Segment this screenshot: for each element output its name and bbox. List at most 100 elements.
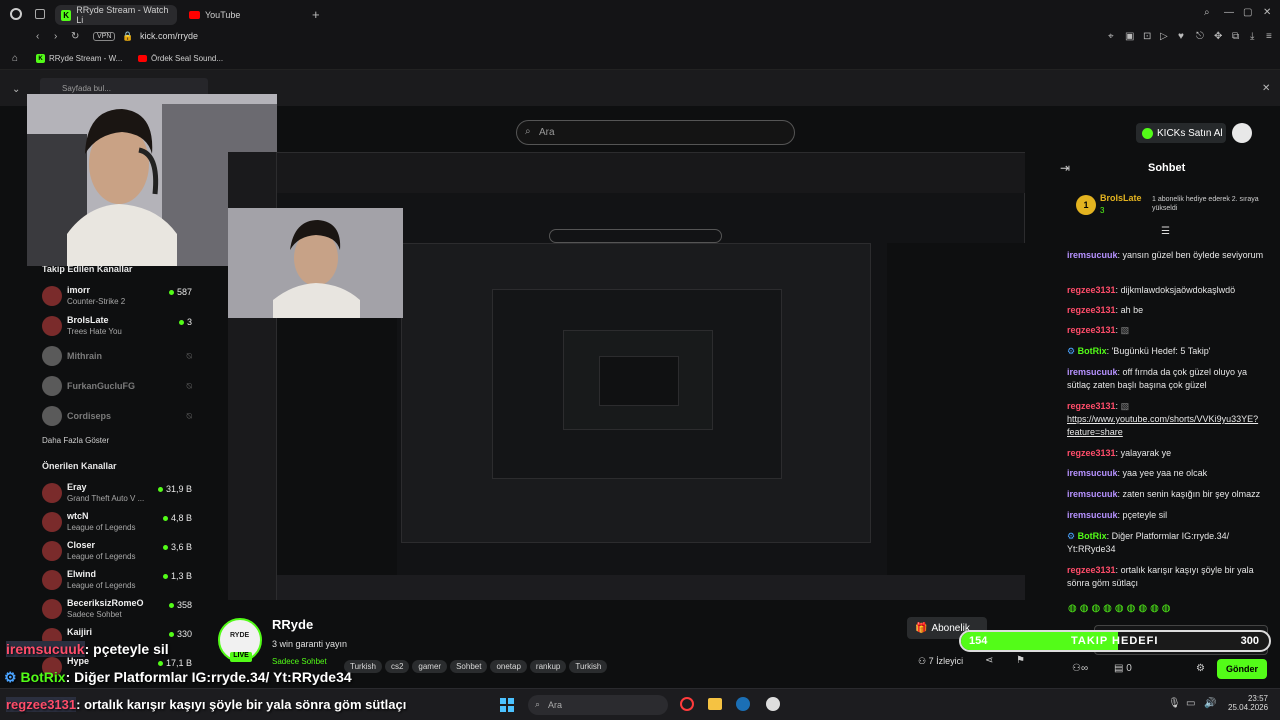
browser-logo-icon[interactable] bbox=[10, 8, 22, 20]
channel-name: Elwind bbox=[67, 569, 96, 579]
stream-tag[interactable]: gamer bbox=[412, 660, 448, 673]
close-window-icon[interactable]: ✕ bbox=[1263, 7, 1271, 18]
maximize-icon[interactable]: ▢ bbox=[1243, 7, 1252, 18]
live-dot-icon bbox=[168, 290, 174, 296]
screenshot-icon[interactable]: ▣ bbox=[1125, 31, 1134, 42]
nested-stream-2 bbox=[401, 243, 871, 543]
recommended-channels-title: Önerilen Kanallar bbox=[42, 461, 117, 471]
tab-youtube[interactable]: YouTube bbox=[183, 5, 293, 25]
clock[interactable]: 23:57 25.04.2026 bbox=[1228, 694, 1268, 712]
heart-icon[interactable]: ♥ bbox=[1178, 31, 1184, 42]
recommended-channel-item[interactable]: wtcN League of Legends 4,8 B bbox=[42, 509, 192, 537]
volume-icon[interactable]: 🔊 bbox=[1204, 698, 1216, 709]
tab-rryde-stream[interactable]: K RRyde Stream - Watch Li bbox=[55, 5, 177, 25]
chat-message: iremsucuuk: yaa yee yaa ne olcak bbox=[1067, 467, 1267, 480]
steam-icon[interactable] bbox=[736, 697, 750, 711]
chat-username[interactable]: regzee3131 bbox=[1067, 285, 1116, 295]
emote-bar[interactable]: ◍◍◍◍◍◍◍◍◍ bbox=[1068, 603, 1268, 617]
extensions-icon[interactable]: ✥ bbox=[1214, 31, 1222, 42]
stream-tag[interactable]: cs2 bbox=[384, 660, 410, 673]
search-input[interactable]: ⌕ Ara bbox=[516, 120, 795, 145]
show-more-link[interactable]: Daha Fazla Göster bbox=[42, 436, 109, 445]
pin-icon[interactable]: ⌖ bbox=[1108, 31, 1114, 42]
sidebar-toggle-icon[interactable]: ⌂ bbox=[12, 53, 18, 64]
stream-tag[interactable]: Sohbet bbox=[450, 660, 488, 673]
opera-icon[interactable] bbox=[680, 697, 694, 711]
recommended-channel-item[interactable]: Closer League of Legends 3,6 B bbox=[42, 538, 192, 566]
taskbar-search[interactable]: ⌕ Ara bbox=[528, 695, 668, 715]
mic-icon[interactable]: 🎙 bbox=[1168, 698, 1181, 709]
collapse-icon[interactable]: ⌄ bbox=[12, 84, 20, 95]
settings-icon[interactable]: ⚙ bbox=[1196, 663, 1205, 674]
chat-username[interactable]: regzee3131 bbox=[1067, 325, 1116, 335]
stream-tag[interactable]: rankup bbox=[529, 660, 567, 673]
channel-name: Mithrain bbox=[67, 351, 102, 361]
pinned-user[interactable]: BroIsLate bbox=[1100, 193, 1142, 203]
recommended-channel-item[interactable]: Elwind League of Legends 1,3 B bbox=[42, 567, 192, 595]
tab-overview-icon[interactable] bbox=[35, 9, 45, 19]
stream-tag[interactable]: Turkish bbox=[569, 660, 608, 673]
url-field[interactable]: kick.com/rryde bbox=[140, 31, 198, 41]
stream-video[interactable] bbox=[228, 152, 1025, 600]
send-button[interactable]: Gönder bbox=[1217, 659, 1267, 679]
bookmark-ordek[interactable]: Ördek Seal Sound... bbox=[138, 54, 223, 63]
clipboard-icon[interactable]: ⧉ bbox=[1232, 31, 1239, 42]
clip-icon[interactable]: ⚑ bbox=[1016, 655, 1025, 666]
streamer-name[interactable]: RRyde bbox=[272, 617, 313, 632]
chat-message: iremsucuuk: pçeteyle sil bbox=[1067, 509, 1267, 522]
share-stream-icon[interactable]: ⋖ bbox=[985, 655, 993, 666]
recommended-channel-item[interactable]: BeceriksizRomeO Sadece Sohbet 358 bbox=[42, 596, 192, 624]
channel-name: Cordiseps bbox=[67, 411, 112, 421]
player-icon[interactable]: ▷ bbox=[1160, 31, 1168, 42]
channel-viewers: 4,8 B bbox=[162, 513, 192, 523]
recommended-channel-item[interactable]: Eray Grand Theft Auto V ... 31,9 B bbox=[42, 480, 192, 508]
chat-username[interactable]: iremsucuuk bbox=[1067, 489, 1118, 499]
collapse-chat-icon[interactable]: ⇥ bbox=[1060, 161, 1070, 175]
stream-category[interactable]: Sadece Sohbet bbox=[272, 657, 327, 666]
chat-filter-icon[interactable]: ☰ bbox=[1161, 226, 1170, 237]
chat-username[interactable]: iremsucuuk bbox=[1067, 468, 1118, 478]
app-icon[interactable] bbox=[766, 697, 780, 711]
chat-username[interactable]: regzee3131 bbox=[1067, 448, 1116, 458]
snapshot-icon[interactable]: ⊡ bbox=[1143, 31, 1151, 42]
chat-username[interactable]: regzee3131 bbox=[1067, 305, 1116, 315]
chat-username[interactable]: BotRix bbox=[1078, 531, 1107, 541]
user-avatar[interactable] bbox=[1232, 123, 1252, 143]
file-explorer-icon[interactable] bbox=[708, 698, 722, 710]
reload-icon[interactable]: ↻ bbox=[71, 31, 79, 42]
back-icon[interactable]: ‹ bbox=[36, 31, 39, 42]
minimize-icon[interactable]: — bbox=[1224, 7, 1234, 18]
followed-channel-item[interactable]: imorr Counter-Strike 2 587 bbox=[42, 283, 192, 311]
kicks-wallet[interactable]: ▤ 0 bbox=[1114, 663, 1132, 674]
buy-kicks-button[interactable]: KICKs Satın Al bbox=[1136, 123, 1226, 143]
network-icon[interactable]: ▭ bbox=[1186, 698, 1195, 709]
chat-text: pçeteyle sil bbox=[1122, 510, 1168, 520]
users-icon[interactable]: ⚇∞ bbox=[1072, 663, 1088, 674]
search-tabs-icon[interactable]: ⌕ bbox=[1204, 7, 1210, 18]
chat-username[interactable]: regzee3131 bbox=[1067, 401, 1116, 411]
chat-link[interactable]: https://www.youtube.com/shorts/VVKi9yu33… bbox=[1067, 414, 1258, 437]
chat-username[interactable]: iremsucuuk bbox=[1067, 510, 1118, 520]
menu-icon[interactable]: ≡ bbox=[1266, 31, 1272, 42]
wallet-icon: ▤ bbox=[1114, 663, 1124, 674]
channel-avatar bbox=[42, 483, 62, 503]
share-icon[interactable]: ⎋ bbox=[1196, 31, 1204, 42]
followed-channel-item[interactable]: BroIsLate Trees Hate You 3 bbox=[42, 313, 192, 341]
vpn-badge[interactable]: VPN bbox=[93, 32, 116, 41]
chat-message: https://www.youtube.com/shorts/VVKi9yu33… bbox=[1067, 413, 1267, 439]
chat-username[interactable]: iremsucuuk bbox=[1067, 367, 1118, 377]
stream-tag[interactable]: onetap bbox=[490, 660, 527, 673]
new-tab-icon[interactable]: + bbox=[312, 7, 320, 22]
chat-username[interactable]: iremsucuuk bbox=[1067, 250, 1118, 260]
followed-channel-item[interactable]: Cordiseps ⍉ bbox=[42, 403, 192, 431]
followed-channel-item[interactable]: Mithrain ⍉ bbox=[42, 343, 192, 371]
close-find-icon[interactable]: ✕ bbox=[1262, 83, 1270, 94]
followed-channel-item[interactable]: FurkanGucluFG ⍉ bbox=[42, 373, 192, 401]
bookmark-rryde[interactable]: K RRyde Stream - W... bbox=[36, 54, 122, 63]
overlay-chat-line-3: regzee3131: ortalık karışır kaşıyı şöyle… bbox=[6, 697, 407, 712]
chat-username[interactable]: BotRix bbox=[1078, 346, 1107, 356]
download-icon[interactable]: ⤓ bbox=[1250, 31, 1254, 42]
chat-username[interactable]: regzee3131 bbox=[1067, 565, 1116, 575]
windows-start-icon[interactable] bbox=[500, 698, 514, 712]
forward-icon[interactable]: › bbox=[54, 31, 57, 42]
